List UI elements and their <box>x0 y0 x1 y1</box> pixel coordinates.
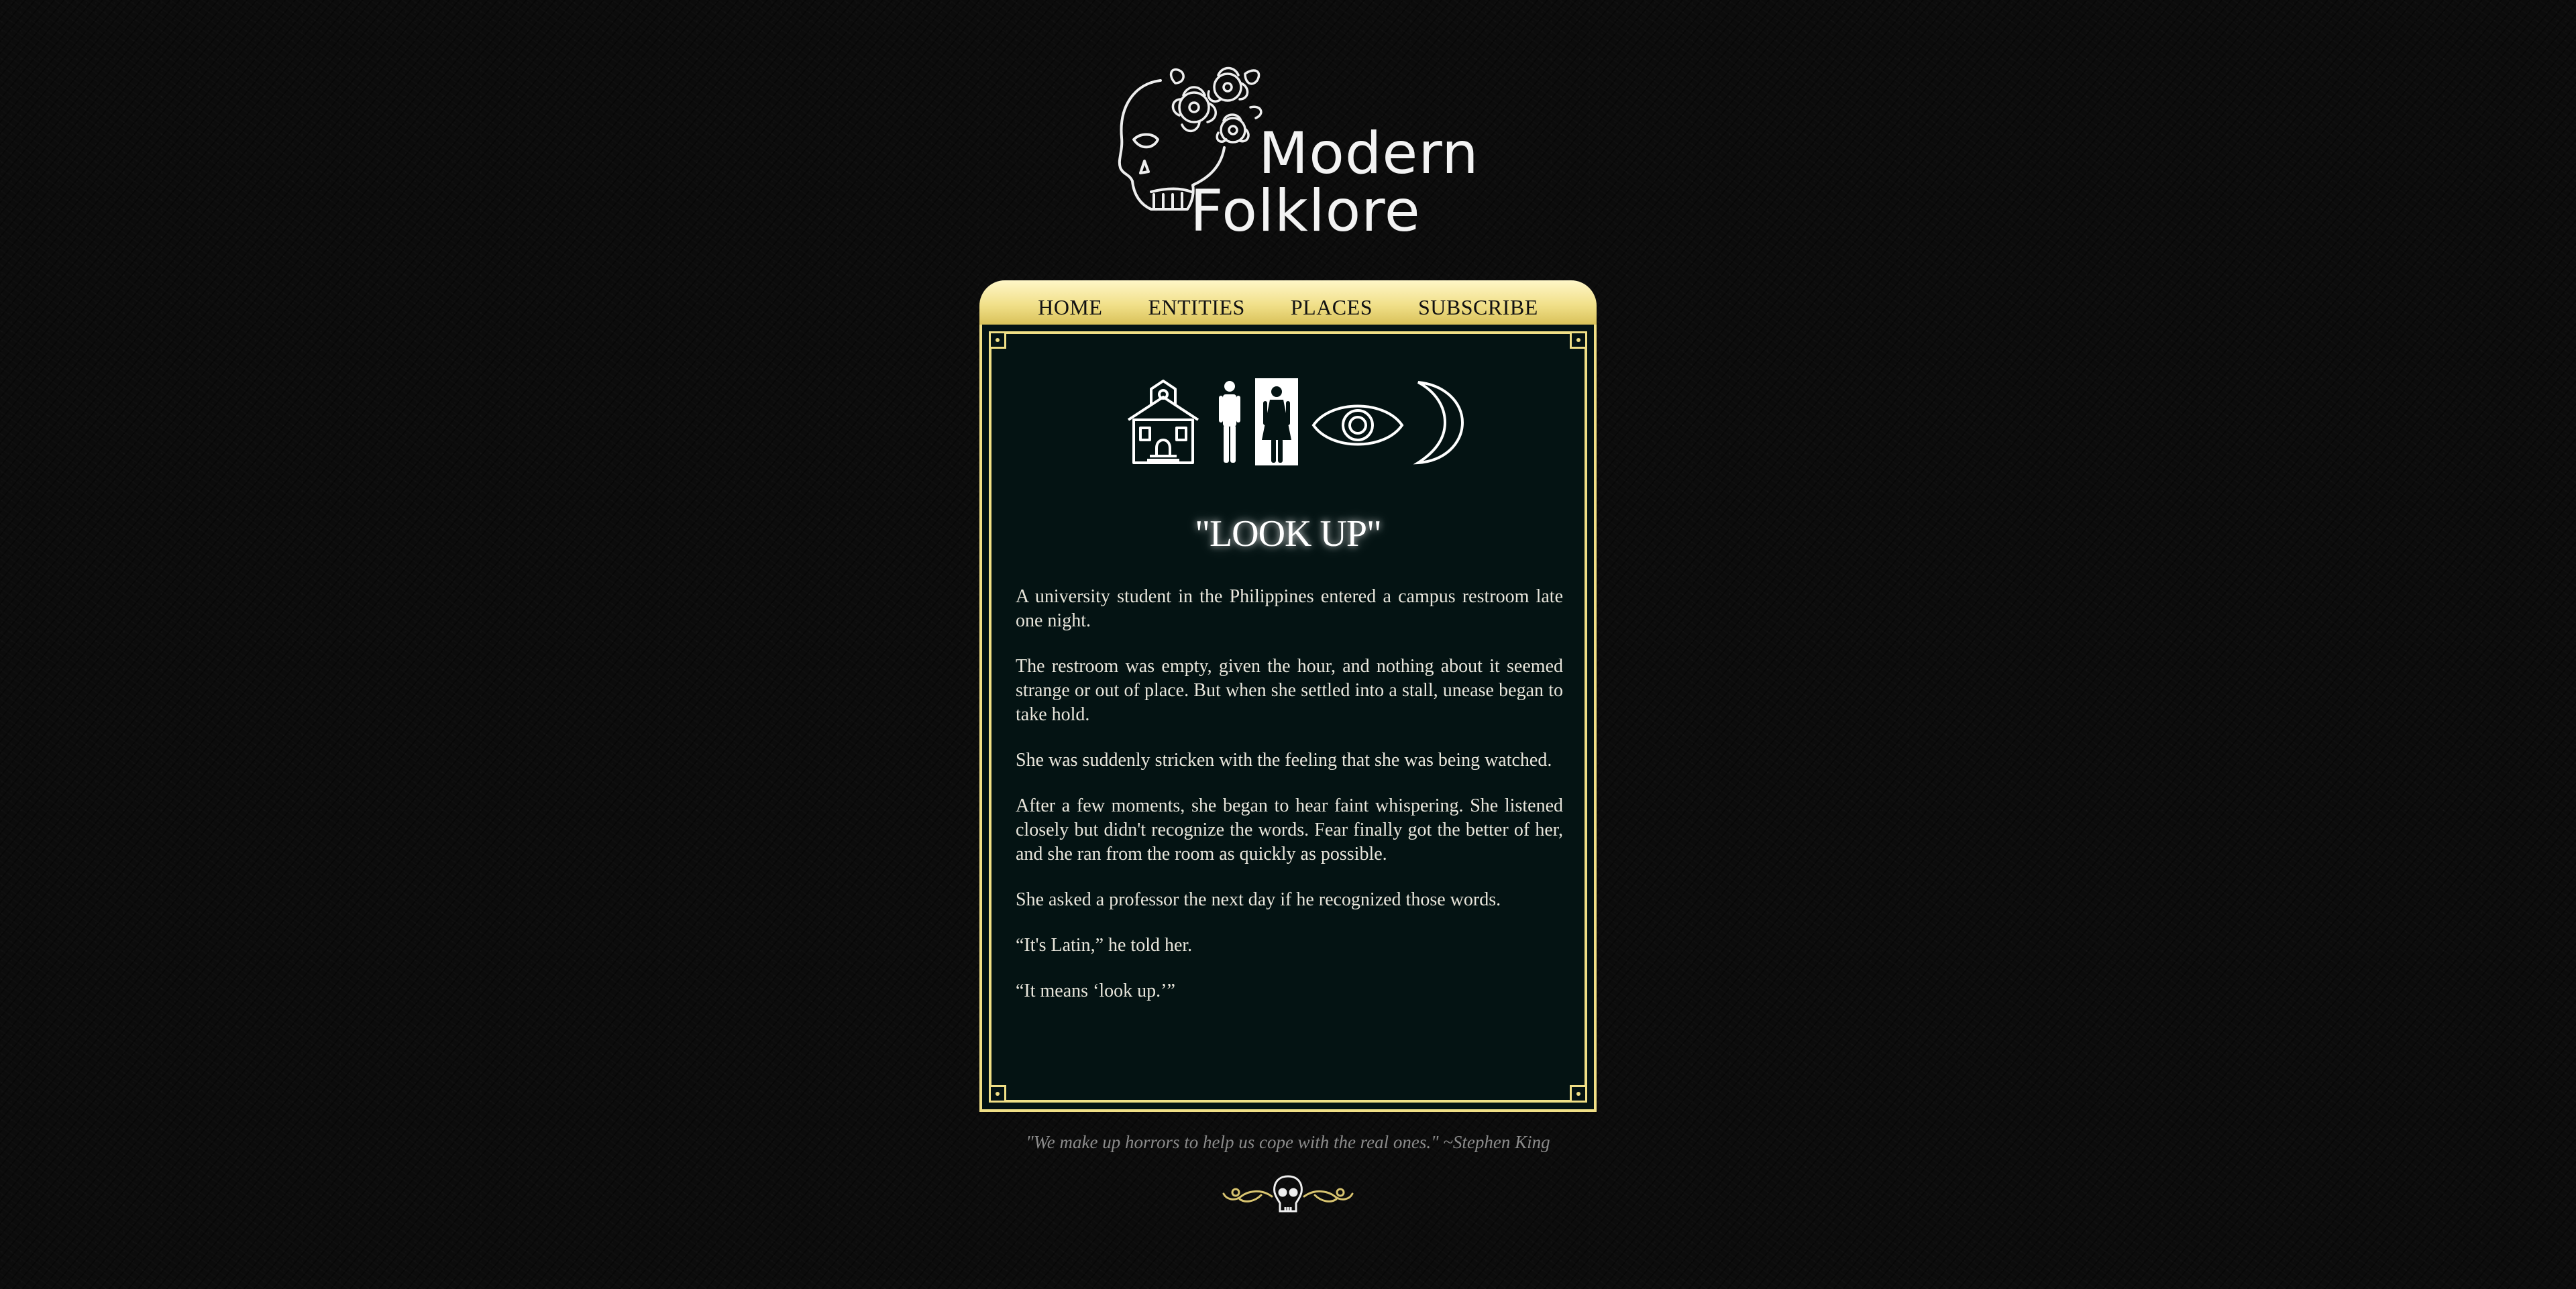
story-paragraph: “It means ‘look up.’” <box>1016 980 1175 1001</box>
schoolhouse-icon <box>1127 380 1199 464</box>
story-paragraph: She was suddenly stricken with the feeli… <box>1016 750 1552 771</box>
logo-text-folklore: Folklore <box>1190 178 1421 245</box>
logo-text-modern: Modern <box>1258 120 1479 187</box>
crescent-moon-icon <box>1413 381 1464 465</box>
story-icon-strip <box>1123 378 1472 472</box>
frame-corner-ornament <box>1570 331 1587 349</box>
restroom-icon <box>1219 378 1298 465</box>
nav-entities[interactable]: ENTITIES <box>1125 286 1267 320</box>
story-body: A university student in the Philippines … <box>1016 585 1563 1025</box>
frame-corner-ornament <box>1570 1085 1587 1103</box>
story-paragraph: After a few moments, she began to hear f… <box>1016 795 1563 864</box>
story-panel: HOME ENTITIES PLACES SUBSCRIBE "LOOK UP"… <box>979 280 1597 1112</box>
footer-quote: "We make up horrors to help us cope with… <box>1026 1132 1550 1152</box>
nav-places[interactable]: PLACES <box>1268 286 1395 320</box>
eye-icon <box>1311 404 1404 446</box>
story-board: "LOOK UP" A university student in the Ph… <box>979 325 1597 1112</box>
story-paragraph: The restroom was empty, given the hour, … <box>1016 656 1563 725</box>
frame-corner-ornament <box>989 331 1006 349</box>
story-paragraph: “It's Latin,” he told her. <box>1016 935 1193 956</box>
story-paragraph: She asked a professor the next day if he… <box>1016 889 1501 910</box>
skull-flourish-icon <box>1222 1175 1354 1213</box>
nav-home[interactable]: HOME <box>1015 286 1125 320</box>
site-logo[interactable]: Modern Folklore <box>1114 60 1479 245</box>
story-title: "LOOK UP" <box>1195 513 1382 555</box>
nav-subscribe[interactable]: SUBSCRIBE <box>1395 286 1561 320</box>
main-navigation: HOME ENTITIES PLACES SUBSCRIBE <box>979 280 1597 325</box>
story-paragraph: A university student in the Philippines … <box>1016 586 1563 631</box>
frame-corner-ornament <box>989 1085 1006 1103</box>
